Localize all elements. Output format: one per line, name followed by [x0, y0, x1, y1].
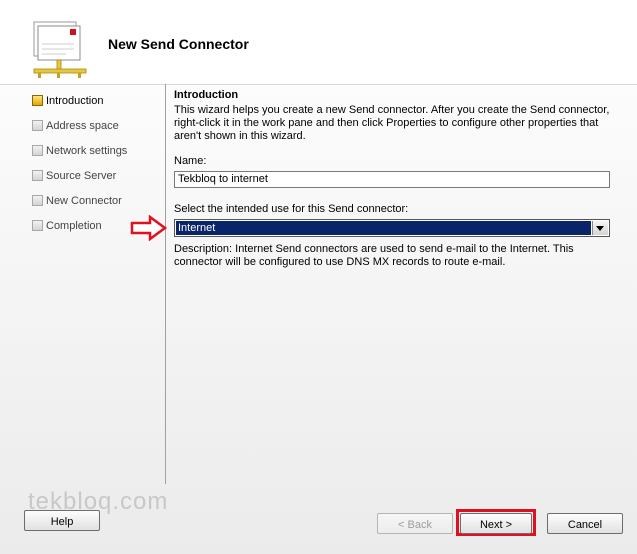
step-label: Network settings	[46, 145, 128, 157]
chevron-down-icon[interactable]	[592, 221, 608, 235]
step-bullet-icon	[32, 120, 43, 131]
name-input[interactable]: Tekbloq to internet	[174, 171, 610, 188]
steps-divider	[165, 84, 166, 484]
step-label: Completion	[46, 220, 102, 232]
step-network-settings: Network settings	[30, 144, 158, 169]
step-introduction: Introduction	[30, 94, 158, 119]
step-bullet-icon	[32, 170, 43, 181]
cancel-button[interactable]: Cancel	[547, 513, 623, 534]
step-label: Address space	[46, 120, 119, 132]
step-bullet-icon	[32, 95, 43, 106]
intended-use-selected-value[interactable]: Internet	[176, 221, 591, 235]
back-button[interactable]: < Back	[377, 513, 453, 534]
step-label: Source Server	[46, 170, 117, 182]
name-label: Name:	[174, 155, 207, 167]
send-connector-wizard-icon	[33, 21, 87, 78]
step-bullet-icon	[32, 145, 43, 156]
intro-text: This wizard helps you create a new Send …	[174, 104, 610, 142]
help-button[interactable]: Help	[24, 510, 100, 531]
section-title: Introduction	[174, 89, 239, 101]
step-label: New Connector	[46, 195, 122, 207]
step-source-server: Source Server	[30, 169, 158, 194]
header-separator	[0, 84, 637, 85]
intended-use-description: Description: Internet Send connectors ar…	[174, 243, 574, 268]
red-arrow-icon	[130, 215, 168, 241]
step-bullet-icon	[32, 220, 43, 231]
wizard-title: New Send Connector	[108, 36, 249, 52]
intended-use-select[interactable]: Internet	[174, 219, 610, 237]
step-bullet-icon	[32, 195, 43, 206]
step-address-space: Address space	[30, 119, 158, 144]
step-label: Introduction	[46, 95, 104, 107]
next-button[interactable]: Next >	[460, 513, 532, 534]
intended-use-label: Select the intended use for this Send co…	[174, 203, 409, 215]
wizard-header: New Send Connector	[0, 0, 637, 84]
